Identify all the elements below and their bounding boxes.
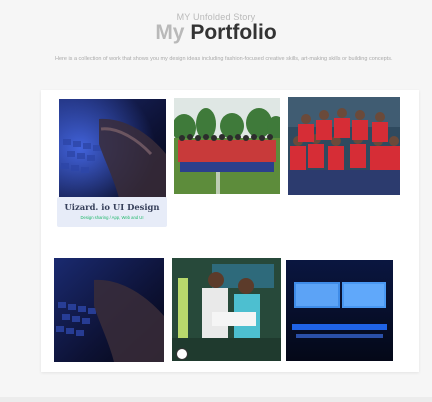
- title-prefix: My: [155, 21, 185, 44]
- team-field-photo: [174, 98, 280, 194]
- page-title: My Portfolio: [0, 21, 432, 45]
- team-red-photo: [288, 97, 400, 195]
- award-photo: [172, 258, 281, 361]
- portfolio-image-team-red[interactable]: [288, 97, 400, 195]
- footer-divider: [0, 397, 432, 402]
- keyboard-hand-photo-2: [54, 258, 164, 362]
- portfolio-image-keyboard-2[interactable]: [54, 258, 164, 362]
- portfolio-image-award[interactable]: [172, 258, 281, 361]
- monitors-photo: [286, 260, 393, 361]
- portfolio-image-keyboard[interactable]: [59, 99, 166, 198]
- logo-badge-icon: [176, 348, 188, 360]
- title-main: Portfolio: [190, 21, 277, 44]
- keyboard-hand-photo: [59, 99, 166, 198]
- portfolio-header: MY Unfolded Story My Portfolio Here is a…: [0, 0, 432, 90]
- section-description: Here is a collection of work that shows …: [55, 56, 393, 62]
- featured-project-caption[interactable]: Uizard. io UI Design Design sharing / Ap…: [57, 197, 167, 227]
- project-subtitle: Design sharing / App, Web and UI: [80, 215, 144, 220]
- portfolio-image-team-field[interactable]: [174, 98, 280, 194]
- portfolio-image-monitors[interactable]: [286, 260, 393, 361]
- project-title: Uizard. io UI Design: [64, 202, 160, 212]
